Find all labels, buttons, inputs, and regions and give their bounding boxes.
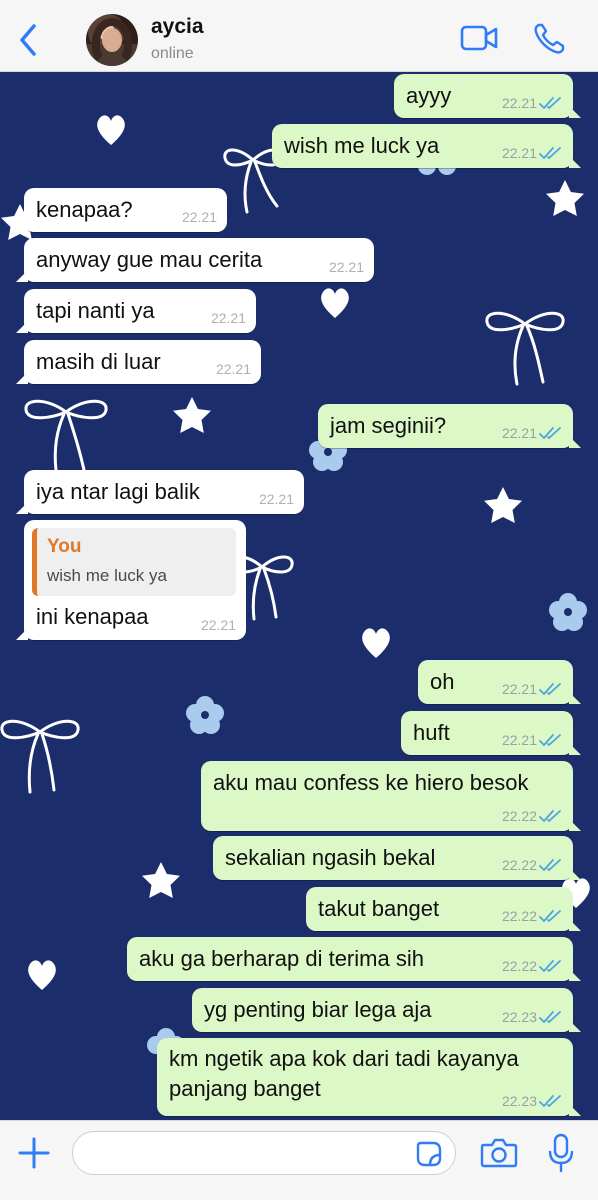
outgoing-message[interactable]: oh 22.21 <box>418 660 581 704</box>
message-meta: 22.21 <box>182 209 217 225</box>
message-time: 22.22 <box>501 958 537 974</box>
double-tick-icon <box>539 734 561 746</box>
message-meta: 22.21 <box>211 310 246 326</box>
message-time: 22.21 <box>501 425 537 441</box>
message-text: aku ga berharap di terima sih <box>139 946 424 971</box>
outgoing-message[interactable]: takut banget 22.22 <box>306 887 581 931</box>
double-tick-icon <box>539 810 561 822</box>
message-time: 22.21 <box>200 617 236 633</box>
quoted-reply-sender: You <box>47 536 82 557</box>
outgoing-message[interactable]: aku ga berharap di terima sih 22.22 <box>127 937 581 981</box>
chat-area[interactable]: ayyy 22.21 wish me luck ya 22.21 kenapaa? 22.… <box>0 72 598 1120</box>
message-text: ayyy <box>406 83 452 108</box>
double-tick-icon <box>539 910 561 922</box>
message-time: 22.21 <box>215 361 251 377</box>
incoming-message[interactable]: tapi nanti ya 22.21 <box>16 289 256 333</box>
video-call-icon[interactable] <box>460 24 498 52</box>
message-text: tapi nanti ya <box>36 298 155 323</box>
message-time: 22.21 <box>210 310 246 326</box>
outgoing-message[interactable]: huft 22.21 <box>401 711 581 755</box>
sticker-icon[interactable] <box>416 1141 442 1167</box>
message-time: 22.22 <box>501 908 537 924</box>
quoted-reply[interactable]: You wish me luck ya <box>32 528 236 596</box>
avatar[interactable] <box>86 14 138 66</box>
double-tick-icon <box>539 427 561 439</box>
outgoing-message[interactable]: km ngetik apa kok dari tadi kayanya panj… <box>157 1038 581 1116</box>
phone-icon[interactable] <box>532 22 566 56</box>
message-meta: 22.21 <box>502 732 563 748</box>
message-meta: 22.22 <box>502 908 563 924</box>
contact-status: online <box>151 45 194 62</box>
message-input[interactable] <box>72 1131 456 1175</box>
message-text: aku mau confess ke hiero besok <box>213 770 529 795</box>
outgoing-message[interactable]: sekalian ngasih bekal 22.22 <box>213 836 581 880</box>
double-tick-icon <box>539 683 561 695</box>
message-time: 22.21 <box>181 209 217 225</box>
message-time: 22.23 <box>501 1009 537 1025</box>
incoming-message[interactable]: iya ntar lagi balik 22.21 <box>16 470 304 514</box>
outgoing-message[interactable]: yg penting biar lega aja 22.23 <box>192 988 581 1032</box>
message-text: iya ntar lagi balik <box>36 479 200 504</box>
quoted-reply-text: wish me luck ya <box>47 566 167 585</box>
message-time: 22.21 <box>501 732 537 748</box>
outgoing-message[interactable]: aku mau confess ke hiero besok 22.22 <box>201 761 581 831</box>
incoming-message[interactable]: anyway gue mau cerita 22.21 <box>16 238 374 282</box>
message-meta: 22.23 <box>502 1009 563 1025</box>
message-meta: 22.21 <box>329 259 364 275</box>
message-text: ini kenapaa <box>36 604 149 629</box>
message-meta: 22.21 <box>502 95 563 111</box>
double-tick-icon <box>539 960 561 972</box>
double-tick-icon <box>539 859 561 871</box>
message-meta: 22.21 <box>216 361 251 377</box>
camera-icon[interactable] <box>480 1137 518 1169</box>
message-meta: 22.21 <box>502 425 563 441</box>
outgoing-message[interactable]: wish me luck ya 22.21 <box>272 124 581 168</box>
message-text: wish me luck ya <box>284 133 440 158</box>
message-text: yg penting biar lega aja <box>204 997 432 1022</box>
incoming-message[interactable]: masih di luar 22.21 <box>16 340 261 384</box>
message-time: 22.23 <box>501 1093 537 1109</box>
back-arrow-icon[interactable] <box>14 22 44 58</box>
message-text: oh <box>430 669 455 694</box>
message-text: huft <box>413 720 450 745</box>
message-meta: 22.21 <box>201 617 236 633</box>
plus-icon[interactable] <box>16 1135 52 1171</box>
incoming-message[interactable]: You wish me luck ya ini kenapaa 22.21 <box>16 520 246 640</box>
contact-name[interactable]: aycia <box>151 15 204 39</box>
message-time: 22.21 <box>258 491 294 507</box>
message-meta: 22.21 <box>502 681 563 697</box>
message-time: 22.22 <box>501 808 537 824</box>
message-text: kenapaa? <box>36 197 133 222</box>
microphone-icon[interactable] <box>548 1133 574 1173</box>
double-tick-icon <box>539 1011 561 1023</box>
message-text: sekalian ngasih bekal <box>225 845 436 870</box>
message-time: 22.21 <box>501 95 537 111</box>
incoming-message[interactable]: kenapaa? 22.21 <box>16 188 227 232</box>
message-time: 22.22 <box>501 857 537 873</box>
message-time: 22.21 <box>501 145 537 161</box>
message-meta: 22.23 <box>502 1093 563 1109</box>
message-meta: 22.22 <box>502 857 563 873</box>
outgoing-message[interactable]: ayyy 22.21 <box>394 74 581 118</box>
message-meta: 22.21 <box>502 145 563 161</box>
message-meta: 22.21 <box>259 491 294 507</box>
message-text: jam seginii? <box>330 413 447 438</box>
composer-bar <box>0 1120 598 1200</box>
message-meta: 22.22 <box>502 958 563 974</box>
message-meta: 22.22 <box>502 808 563 824</box>
double-tick-icon <box>539 147 561 159</box>
message-text: masih di luar <box>36 349 161 374</box>
message-text: takut banget <box>318 896 440 921</box>
message-time: 22.21 <box>328 259 364 275</box>
message-time: 22.21 <box>501 681 537 697</box>
double-tick-icon <box>539 97 561 109</box>
message-text: anyway gue mau cerita <box>36 247 263 272</box>
double-tick-icon <box>539 1095 561 1107</box>
outgoing-message[interactable]: jam seginii? 22.21 <box>318 404 581 448</box>
chat-header: aycia online <box>0 0 598 72</box>
